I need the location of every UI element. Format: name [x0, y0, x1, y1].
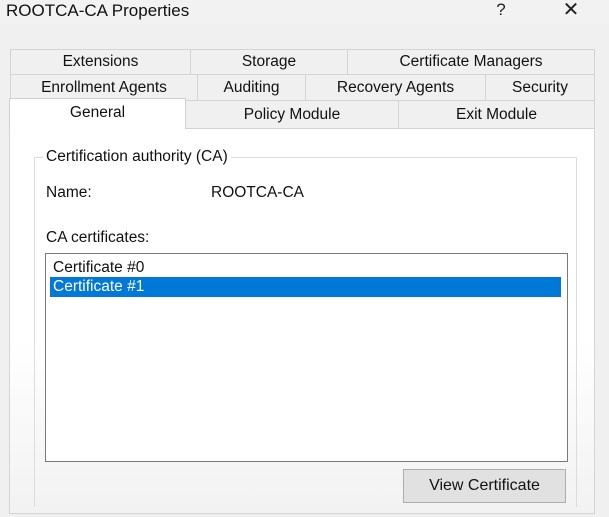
- tab-extensions[interactable]: Extensions: [10, 49, 191, 74]
- tab-general[interactable]: General: [9, 98, 186, 129]
- tab-enrollment-agents[interactable]: Enrollment Agents: [10, 74, 198, 100]
- tab-policy-module[interactable]: Policy Module: [185, 100, 399, 128]
- tab-auditing[interactable]: Auditing: [197, 74, 306, 100]
- tab-storage[interactable]: Storage: [190, 49, 348, 74]
- ca-certificates-label: CA certificates:: [46, 229, 150, 246]
- tab-recovery-agents[interactable]: Recovery Agents: [305, 74, 486, 100]
- ca-certificates-list[interactable]: Certificate #0 Certificate #1: [45, 253, 568, 462]
- tab-exit-module[interactable]: Exit Module: [398, 100, 595, 128]
- close-button[interactable]: ✕: [556, 0, 586, 22]
- group-title: Certification authority (CA): [43, 148, 231, 166]
- view-certificate-button[interactable]: View Certificate: [403, 469, 566, 503]
- help-button[interactable]: ?: [486, 0, 516, 22]
- name-value: ROOTCA-CA: [211, 184, 304, 201]
- name-label: Name:: [46, 184, 92, 201]
- title-bar[interactable]: ROOTCA-CA Properties ? ✕: [0, 0, 609, 24]
- tab-security[interactable]: Security: [485, 74, 595, 100]
- tab-certificate-managers[interactable]: Certificate Managers: [347, 49, 595, 74]
- list-item-certificate-1[interactable]: Certificate #1: [50, 277, 561, 297]
- list-item-certificate-0[interactable]: Certificate #0: [50, 258, 561, 278]
- window-title: ROOTCA-CA Properties: [6, 1, 190, 20]
